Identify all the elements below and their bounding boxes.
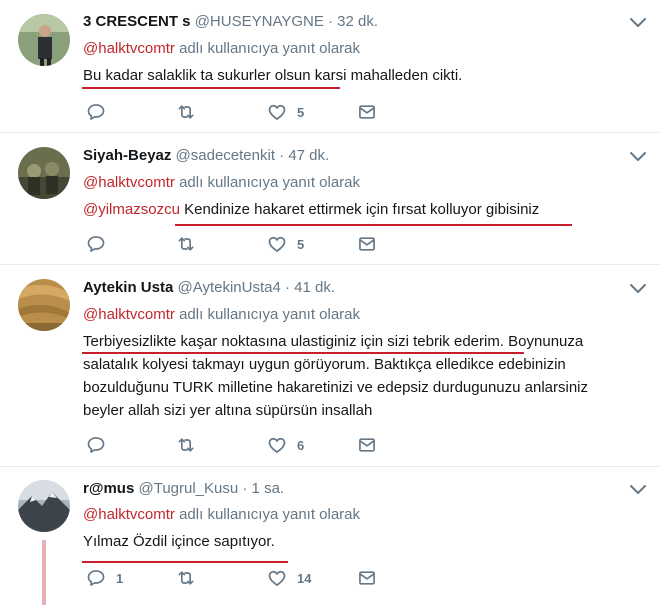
annotation-underline [82, 352, 524, 354]
like-icon [267, 102, 287, 122]
avatar[interactable] [18, 147, 70, 199]
tweet-text-line: bozulduğunu TURK milletine hakaretinizi … [83, 379, 589, 396]
message-icon [357, 435, 377, 455]
reply-button[interactable] [86, 434, 116, 456]
tweet-text-content: Yılmaz Özdil içince sapıtıyor. [83, 533, 275, 550]
reply-suffix: adlı kullanıcıya yanıt olarak [179, 306, 361, 323]
reply-icon [86, 568, 106, 588]
user-handle[interactable]: @Tugrul_Kusu [138, 480, 238, 497]
tweet-actions: 5 [83, 233, 403, 255]
replying-to: @halktvcomtr adlı kullanıcıya yanıt olar… [83, 306, 360, 323]
reply-mention[interactable]: @halktvcomtr [83, 506, 175, 523]
retweet-icon [176, 568, 196, 588]
text-mention[interactable]: @yilmazsozcu [83, 201, 180, 218]
reply-button[interactable] [86, 101, 116, 123]
retweet-icon [176, 435, 196, 455]
like-icon [267, 234, 287, 254]
retweet-button[interactable] [176, 101, 206, 123]
like-button[interactable]: 5 [267, 233, 304, 255]
annotation-underline [175, 224, 572, 226]
user-handle[interactable]: @AytekinUsta4 [177, 279, 280, 296]
like-count: 6 [297, 437, 305, 453]
retweet-button[interactable] [176, 434, 206, 456]
reply-icon [86, 102, 106, 122]
reply-count: 1 [116, 570, 124, 586]
message-button[interactable] [357, 101, 377, 123]
user-handle[interactable]: @sadecetenkit [176, 147, 275, 164]
reply-suffix: adlı kullanıcıya yanıt olarak [179, 174, 361, 191]
like-icon [267, 435, 287, 455]
reply-button[interactable]: 1 [86, 567, 123, 589]
reply-button[interactable] [86, 233, 116, 255]
message-button[interactable] [357, 434, 377, 456]
reply-suffix: adlı kullanıcıya yanıt olarak [179, 506, 361, 523]
annotation-underline [82, 561, 288, 563]
reply-mention[interactable]: @halktvcomtr [83, 174, 175, 191]
like-count: 5 [297, 236, 305, 252]
tweet-actions: 5 [83, 101, 403, 123]
timestamp[interactable]: · 32 dk. [328, 13, 378, 30]
message-button[interactable] [357, 233, 377, 255]
chevron-down-icon[interactable] [628, 15, 648, 31]
replying-to: @halktvcomtr adlı kullanıcıya yanıt olar… [83, 174, 360, 191]
tweet-header: 3 CRESCENT s @HUSEYNAYGNE · 32 dk. [83, 13, 378, 30]
retweet-button[interactable] [176, 233, 206, 255]
avatar[interactable] [18, 14, 70, 66]
like-button[interactable]: 5 [267, 101, 304, 123]
tweet-text-line: beyler allah sizi yer altına süpürsün in… [83, 402, 373, 419]
timestamp[interactable]: · 47 dk. [279, 147, 329, 164]
tweet-4[interactable]: r@mus @Tugrul_Kusu · 1 sa. @halktvcomtr … [0, 466, 660, 605]
tweet-text-content: Kendinize hakaret ettirmek için fırsat k… [184, 201, 540, 218]
reply-icon [86, 234, 106, 254]
reply-suffix: adlı kullanıcıya yanıt olarak [179, 40, 361, 57]
user-handle[interactable]: @HUSEYNAYGNE [195, 13, 324, 30]
tweet-header: Aytekin Usta @AytekinUsta4 · 41 dk. [83, 279, 335, 296]
tweet-3[interactable]: Aytekin Usta @AytekinUsta4 · 41 dk. @hal… [0, 264, 660, 467]
tweet-1[interactable]: 3 CRESCENT s @HUSEYNAYGNE · 32 dk. @halk… [0, 0, 660, 133]
like-count: 5 [297, 104, 305, 120]
like-button[interactable]: 14 [267, 567, 311, 589]
tweet-header: Siyah-Beyaz @sadecetenkit · 47 dk. [83, 147, 329, 164]
reply-mention[interactable]: @halktvcomtr [83, 40, 175, 57]
replying-to: @halktvcomtr adlı kullanıcıya yanıt olar… [83, 40, 360, 57]
replying-to: @halktvcomtr adlı kullanıcıya yanıt olar… [83, 506, 360, 523]
display-name[interactable]: 3 CRESCENT s [83, 13, 191, 30]
message-button[interactable] [357, 567, 377, 589]
tweet-actions: 1 14 [83, 567, 403, 589]
display-name[interactable]: r@mus [83, 480, 134, 497]
like-button[interactable]: 6 [267, 434, 304, 456]
like-count: 14 [297, 570, 312, 586]
reply-mention[interactable]: @halktvcomtr [83, 306, 175, 323]
avatar[interactable] [18, 480, 70, 532]
tweet-text: Terbiyesizlikte kaşar noktasına ulastigi… [83, 330, 623, 422]
reply-icon [86, 435, 106, 455]
tweet-text-line: salatalık kolyesi takmayı uygun görüyoru… [83, 356, 566, 373]
retweet-icon [176, 102, 196, 122]
timestamp[interactable]: · 41 dk. [285, 279, 335, 296]
tweet-actions: 6 [83, 434, 403, 456]
tweet-text: Yılmaz Özdil içince sapıtıyor. [83, 531, 623, 553]
tweet-text: Bu kadar salaklik ta sukurler olsun kars… [83, 65, 623, 87]
tweet-text-content: Bu kadar salaklik ta sukurler olsun kars… [83, 67, 463, 84]
message-icon [357, 102, 377, 122]
chevron-down-icon[interactable] [628, 281, 648, 297]
like-icon [267, 568, 287, 588]
tweet-header: r@mus @Tugrul_Kusu · 1 sa. [83, 480, 284, 497]
annotation-underline [82, 87, 340, 89]
tweet-text: @yilmazsozcu Kendinize hakaret ettirmek … [83, 199, 623, 221]
tweet-2[interactable]: Siyah-Beyaz @sadecetenkit · 47 dk. @halk… [0, 132, 660, 265]
retweet-button[interactable] [176, 567, 206, 589]
thread-line [42, 540, 46, 605]
display-name[interactable]: Siyah-Beyaz [83, 147, 171, 164]
timestamp[interactable]: · 1 sa. [242, 480, 284, 497]
avatar[interactable] [18, 279, 70, 331]
chevron-down-icon[interactable] [628, 482, 648, 498]
message-icon [357, 568, 377, 588]
retweet-icon [176, 234, 196, 254]
chevron-down-icon[interactable] [628, 149, 648, 165]
tweet-text-line: Terbiyesizlikte kaşar noktasına ulastigi… [83, 333, 584, 350]
display-name[interactable]: Aytekin Usta [83, 279, 173, 296]
message-icon [357, 234, 377, 254]
